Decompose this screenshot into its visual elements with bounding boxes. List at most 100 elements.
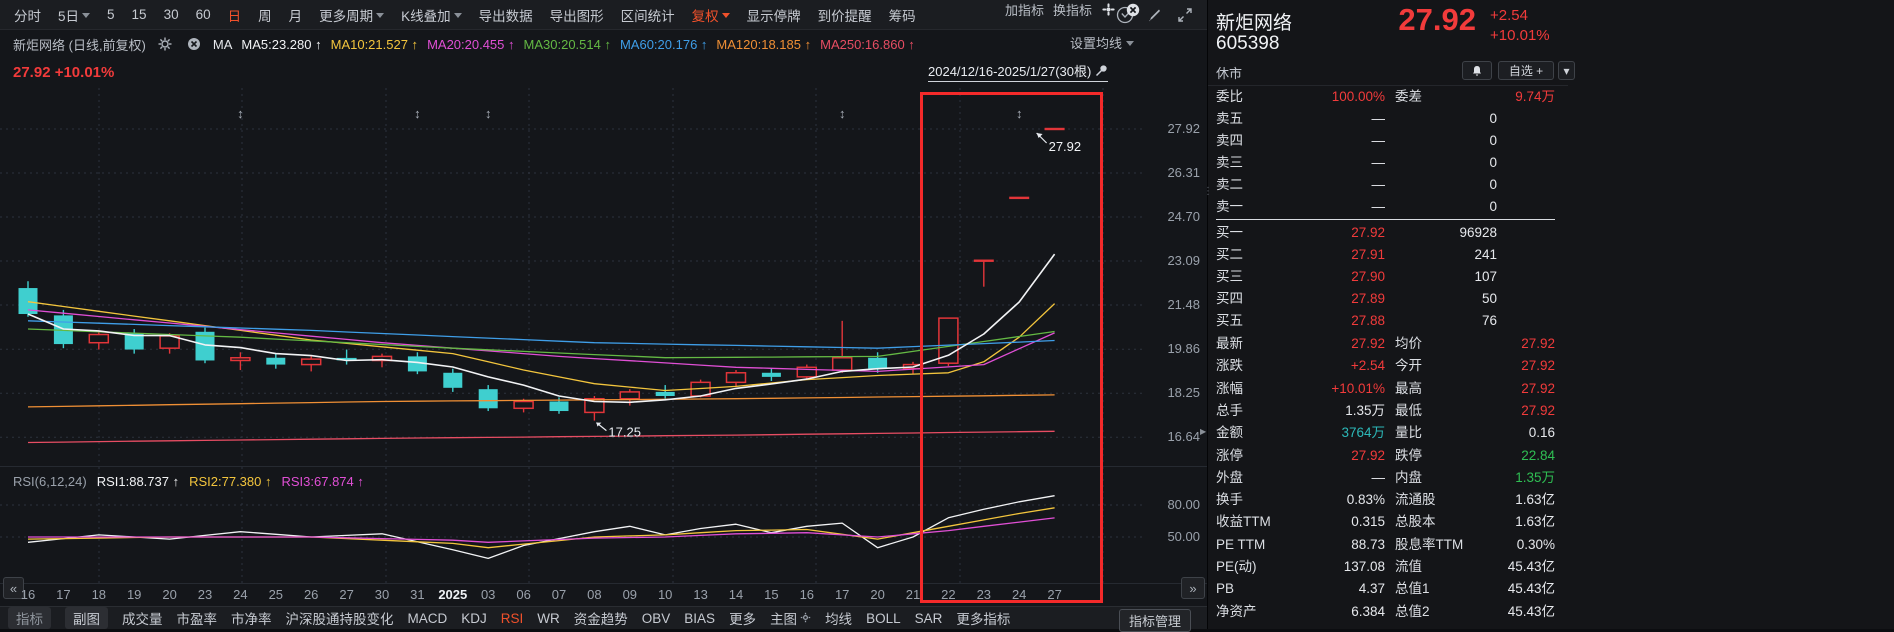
bottom-toolbar-item-BIAS[interactable]: BIAS (684, 611, 715, 626)
bottom-toolbar-item-更多[interactable]: 更多 (729, 608, 756, 628)
stat-value: 137.08 (1265, 557, 1385, 577)
toolbar-item-5[interactable]: 5 (107, 7, 115, 22)
x-axis-label: 17 (43, 587, 83, 602)
bottom-toolbar-item-BOLL[interactable]: BOLL (866, 611, 901, 626)
bottom-toolbar-item-市盈率[interactable]: 市盈率 (177, 608, 218, 628)
ma-close-icon[interactable] (184, 34, 204, 54)
stat-label: 收益TTM (1216, 512, 1271, 532)
bottom-toolbar-item-成交量[interactable]: 成交量 (122, 608, 163, 628)
bid-label: 买四 (1216, 289, 1243, 309)
x-axis-label: 20 (150, 587, 190, 602)
toolbar-item-label: 筹码 (889, 5, 916, 25)
toolbar-item-label: 分时 (14, 5, 41, 25)
rsi-axis-label: 50.00 (1148, 529, 1200, 544)
add-indicator-button[interactable]: 加指标 (1005, 0, 1044, 19)
toolbar-item-导出数据[interactable]: 导出数据 (479, 5, 533, 25)
fullscreen-icon[interactable] (1175, 5, 1195, 25)
bottom-toolbar-item-WR[interactable]: WR (537, 611, 560, 626)
watchlist-dropdown-button[interactable]: ▾ (1558, 61, 1575, 80)
stat-row: 金额3764万量比0.16 (1208, 423, 1568, 443)
toolbar-item-60[interactable]: 60 (196, 7, 211, 22)
ask-label: 卖三 (1216, 153, 1243, 173)
candlestick-chart[interactable]: ↕↕↕↕↕17.2527.92 (0, 88, 1207, 466)
bottom-toolbar-item-资金趋势[interactable]: 资金趋势 (574, 608, 628, 628)
ma-settings-gear-icon[interactable] (155, 34, 175, 54)
bottom-toolbar-item-KDJ[interactable]: KDJ (461, 611, 487, 626)
bid-price: 27.90 (1265, 267, 1385, 287)
bottom-toolbar-label: MACD (408, 611, 448, 626)
x-axis-label: 24 (220, 587, 260, 602)
toolbar-item-label: K线叠加 (401, 5, 451, 25)
bell-icon (1471, 65, 1483, 77)
x-axis-label: 30 (362, 587, 402, 602)
bottom-toolbar-item-指标[interactable]: 指标 (8, 607, 51, 629)
bottom-toolbar-item-均线[interactable]: 均线 (825, 608, 852, 628)
svg-text:↕: ↕ (1016, 106, 1023, 121)
bottom-toolbar-item-OBV[interactable]: OBV (642, 611, 671, 626)
x-axis-label: 09 (610, 587, 650, 602)
stat-value: 6.384 (1265, 602, 1385, 622)
close-indicator-icon[interactable] (1125, 2, 1140, 17)
bottom-toolbar-item-主图[interactable]: 主图 (770, 608, 811, 628)
rsi-value-3: RSI3:67.874 ↑ (281, 474, 363, 489)
toolbar-item-显示停牌[interactable]: 显示停牌 (747, 5, 801, 25)
pin-icon (1095, 64, 1108, 77)
stat-label: 量比 (1395, 423, 1422, 443)
divider (1208, 85, 1568, 86)
toolbar-item-label: 5 (107, 7, 115, 22)
indicator-gear-icon[interactable] (1101, 2, 1116, 17)
toolbar-item-复权[interactable]: 复权 (692, 5, 730, 25)
ask-price: — (1265, 153, 1385, 173)
stat-label: 跌停 (1395, 446, 1422, 466)
toolbar-item-更多周期[interactable]: 更多周期 (319, 5, 384, 25)
bottom-toolbar-item-副图[interactable]: 副图 (65, 607, 108, 629)
bottom-toolbar-label: WR (537, 611, 560, 626)
ask-row: 卖三—0 (1208, 153, 1568, 173)
stat-value: 27.92 (1265, 446, 1385, 466)
bottom-toolbar-item-更多指标[interactable]: 更多指标 (956, 608, 1010, 628)
toolbar-item-导出图形[interactable]: 导出图形 (550, 5, 604, 25)
toolbar-item-日[interactable]: 日 (228, 5, 242, 25)
bottom-toolbar-item-市净率[interactable]: 市净率 (231, 608, 272, 628)
stat-row: 涨幅+10.01%最高27.92 (1208, 379, 1568, 399)
x-axis-label: 21 (893, 587, 933, 602)
draw-icon[interactable] (1145, 5, 1165, 25)
toolbar-item-K线叠加[interactable]: K线叠加 (401, 5, 462, 25)
stat-row: 涨跌+2.54今开27.92 (1208, 356, 1568, 376)
ma-settings-button[interactable]: 设置均线 (1070, 33, 1134, 52)
add-watchlist-button[interactable]: 自选 + (1498, 61, 1554, 80)
bottom-toolbar-item-SAR[interactable]: SAR (915, 611, 943, 626)
toolbar-item-label: 复权 (692, 5, 719, 25)
stat-row: 外盘—内盘1.35万 (1208, 468, 1568, 488)
stat-row: PE(动)137.08流值45.43亿 (1208, 557, 1568, 577)
stat-value: +2.54 (1265, 356, 1385, 376)
stat-row: 涨停27.92跌停22.84 (1208, 446, 1568, 466)
bottom-toolbar-item-RSI[interactable]: RSI (501, 611, 524, 626)
collapse-panel-icon[interactable]: ▶ (1200, 418, 1208, 444)
toolbar-item-15[interactable]: 15 (132, 7, 147, 22)
toolbar-item-30[interactable]: 30 (164, 7, 179, 22)
toolbar-item-label: 5日 (58, 5, 79, 25)
stat-value: — (1265, 468, 1385, 488)
switch-indicator-button[interactable]: 换指标 (1053, 0, 1092, 19)
range-selector[interactable]: 2024/12/16-2025/1/27(30根) (928, 61, 1108, 82)
drag-handle-icon[interactable]: ⋮ (1203, 190, 1213, 194)
toolbar-item-筹码[interactable]: 筹码 (889, 5, 916, 25)
scroll-right-button[interactable]: » (1181, 577, 1205, 599)
toolbar-item-5日[interactable]: 5日 (58, 5, 90, 25)
toolbar-item-区间统计[interactable]: 区间统计 (621, 5, 675, 25)
toolbar-item-月[interactable]: 月 (289, 5, 303, 25)
alert-bell-button[interactable] (1462, 61, 1492, 80)
bottom-toolbar-item-沪深股通持股变化[interactable]: 沪深股通持股变化 (286, 608, 394, 628)
stat-label: 外盘 (1216, 468, 1243, 488)
toolbar-item-分时[interactable]: 分时 (14, 5, 41, 25)
toolbar-item-到价提醒[interactable]: 到价提醒 (818, 5, 872, 25)
bottom-toolbar-item-MACD[interactable]: MACD (408, 611, 448, 626)
bottom-toolbar-label: SAR (915, 611, 943, 626)
toolbar-item-周[interactable]: 周 (258, 5, 272, 25)
x-axis-label: 23 (964, 587, 1004, 602)
stat-row: PE TTM88.73股息率TTM0.30% (1208, 535, 1568, 555)
weicha-label: 委差 (1395, 87, 1422, 107)
svg-text:↕: ↕ (485, 106, 492, 121)
ask-price: — (1265, 197, 1385, 217)
